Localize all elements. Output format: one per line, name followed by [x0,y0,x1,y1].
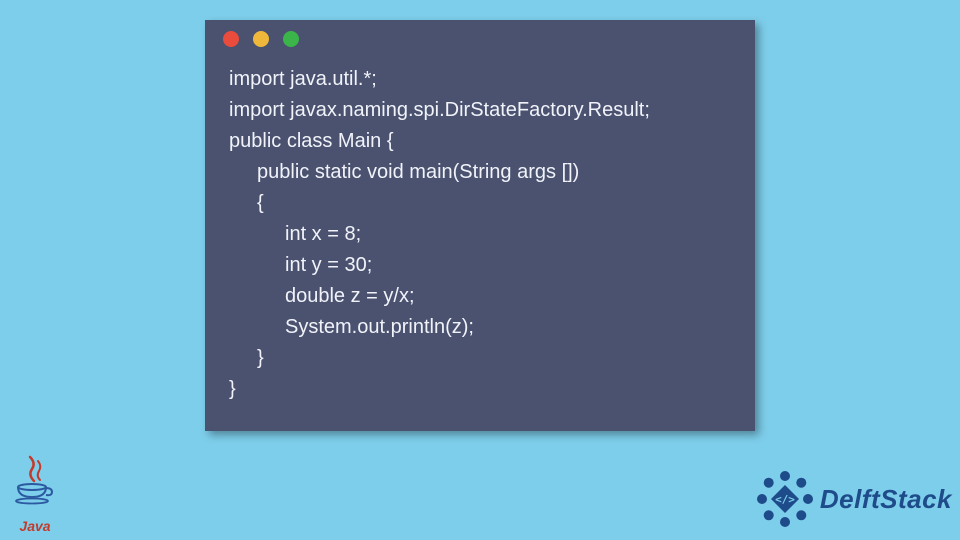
java-logo-label: Java [6,518,64,534]
code-line: int x = 8; [229,219,731,250]
code-line: } [229,374,731,405]
code-line: { [229,188,731,219]
delftstack-logo-text: DelftStack [820,484,952,515]
code-line: public class Main { [229,126,731,157]
window-titlebar [205,20,755,58]
code-line: import javax.naming.spi.DirStateFactory.… [229,95,731,126]
delftstack-badge-icon: </> [756,470,814,528]
code-line: double z = y/x; [229,281,731,312]
java-cup-icon [12,455,58,511]
java-logo: Java [6,455,64,534]
maximize-icon[interactable] [283,31,299,47]
minimize-icon[interactable] [253,31,269,47]
code-line: } [229,343,731,374]
code-line: public static void main(String args []) [229,157,731,188]
code-line: import java.util.*; [229,64,731,95]
svg-text:</>: </> [775,493,795,506]
code-line: int y = 30; [229,250,731,281]
code-window: import java.util.*; import javax.naming.… [205,20,755,431]
close-icon[interactable] [223,31,239,47]
delftstack-logo: </> DelftStack [756,470,952,528]
code-body: import java.util.*; import javax.naming.… [205,58,755,431]
code-line: System.out.println(z); [229,312,731,343]
